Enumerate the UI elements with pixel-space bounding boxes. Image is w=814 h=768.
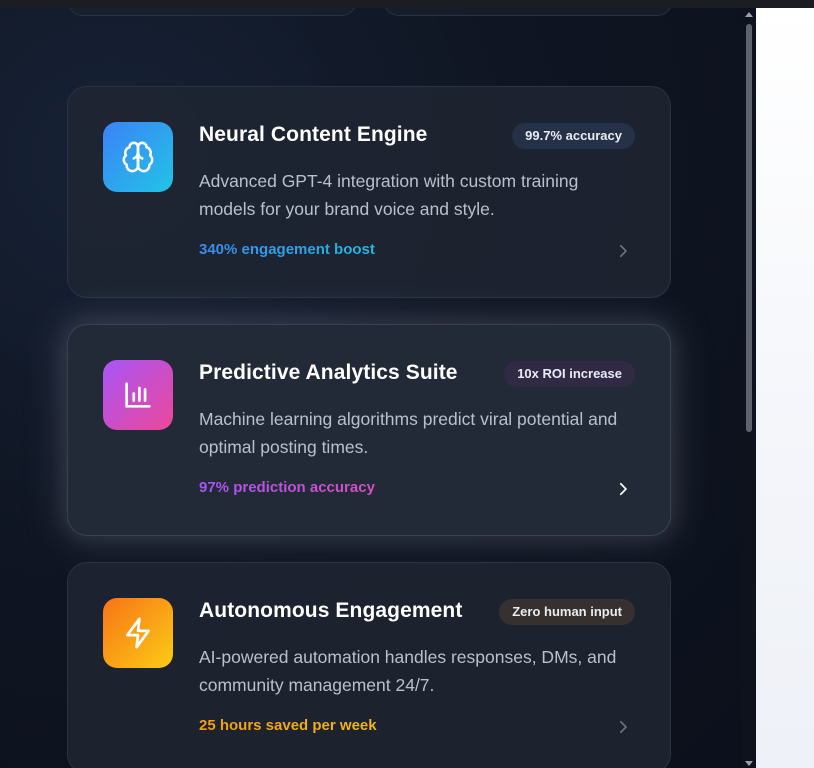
window-top-edge [0, 0, 814, 8]
chevron-right-icon[interactable] [614, 242, 632, 260]
scroll-up-arrow-icon[interactable] [745, 12, 753, 17]
previous-card-left [67, 8, 357, 16]
feature-card-autonomous-engagement[interactable]: Autonomous Engagement Zero human input A… [67, 562, 671, 768]
feature-icon-tile [103, 360, 173, 430]
feature-card-predictive-analytics[interactable]: Predictive Analytics Suite 10x ROI incre… [67, 324, 671, 536]
feature-description: Advanced GPT-4 integration with custom t… [199, 171, 579, 219]
scrollbar-thumb[interactable] [746, 24, 752, 432]
feature-icon-tile [103, 598, 173, 668]
feature-metric: 25 hours saved per week [199, 717, 377, 734]
features-section: Neural Content Engine 99.7% accuracy Adv… [0, 8, 756, 768]
feature-title: Autonomous Engagement [199, 599, 463, 622]
feature-badge: 10x ROI increase [504, 361, 635, 387]
feature-metric: 97% prediction accuracy [199, 479, 375, 496]
chevron-right-icon[interactable] [614, 480, 632, 498]
feature-title: Neural Content Engine [199, 123, 428, 146]
feature-description: AI-powered automation handles responses,… [199, 647, 617, 695]
chevron-right-icon[interactable] [614, 718, 632, 736]
feature-icon-tile [103, 122, 173, 192]
scroll-down-arrow-icon[interactable] [745, 761, 753, 766]
feature-badge: Zero human input [499, 599, 635, 625]
feature-badge: 99.7% accuracy [512, 123, 635, 149]
feature-title: Predictive Analytics Suite [199, 361, 458, 384]
feature-card-neural-content-engine[interactable]: Neural Content Engine 99.7% accuracy Adv… [67, 86, 671, 298]
vertical-scrollbar[interactable] [742, 10, 756, 768]
brain-icon [122, 141, 154, 173]
feature-description: Machine learning algorithms predict vira… [199, 409, 618, 457]
previous-card-right [383, 8, 673, 16]
bar-chart-icon [125, 382, 151, 408]
adjacent-panel [756, 8, 814, 768]
feature-metric: 340% engagement boost [199, 241, 375, 258]
lightning-icon [126, 617, 150, 649]
